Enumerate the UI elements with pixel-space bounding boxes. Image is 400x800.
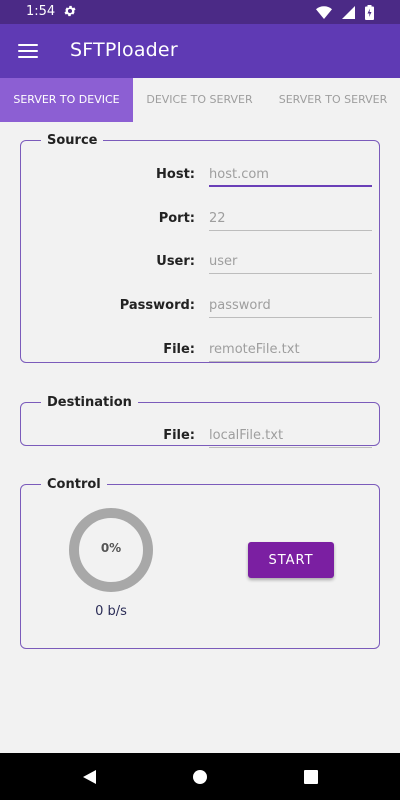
status-icons (316, 4, 374, 20)
host-row: Host: (21, 159, 379, 189)
control-legend: Control (47, 477, 101, 492)
tab-bar: SERVER TO DEVICE DEVICE TO SERVER SERVER… (0, 78, 400, 122)
nav-bar (0, 753, 400, 800)
signal-icon (342, 5, 355, 19)
progress-percent: 0% (100, 541, 122, 555)
local-file-row: File: (21, 420, 379, 450)
host-label: Host: (156, 167, 195, 182)
user-label: User: (156, 254, 195, 269)
port-input[interactable] (209, 207, 372, 231)
user-input[interactable] (209, 250, 372, 274)
battery-icon (365, 4, 374, 20)
port-row: Port: (21, 203, 379, 233)
app-bar: SFTPloader (0, 24, 400, 78)
local-file-label: File: (163, 428, 195, 443)
password-row: Password: (21, 290, 379, 320)
start-button[interactable]: START (248, 542, 334, 578)
status-bar: 1:54 (0, 0, 400, 24)
destination-section: Destination File: (20, 395, 380, 448)
source-section: Source Host: Port: User: Password: File: (20, 133, 380, 363)
recents-icon[interactable] (304, 770, 318, 784)
status-time: 1:54 (26, 4, 56, 19)
user-row: User: (21, 246, 379, 276)
transfer-rate: 0 b/s (95, 604, 127, 619)
back-icon[interactable] (82, 769, 98, 785)
tab-server-to-device[interactable]: SERVER TO DEVICE (0, 78, 133, 122)
app-title: SFTPloader (70, 39, 178, 61)
wifi-icon (316, 5, 332, 19)
menu-icon[interactable] (18, 41, 38, 61)
home-icon[interactable] (193, 770, 207, 784)
password-input[interactable] (209, 294, 372, 318)
gear-icon (64, 5, 76, 17)
tab-server-to-server[interactable]: SERVER TO SERVER (266, 78, 400, 122)
tab-device-to-server[interactable]: DEVICE TO SERVER (133, 78, 266, 122)
remote-file-row: File: (21, 334, 379, 364)
destination-legend: Destination (47, 395, 132, 410)
password-label: Password: (119, 298, 195, 313)
remote-file-label: File: (163, 342, 195, 357)
host-input[interactable] (209, 163, 372, 187)
control-section: Control 0% 0 b/s START (20, 477, 380, 649)
port-label: Port: (158, 211, 195, 226)
local-file-input[interactable] (209, 424, 372, 448)
remote-file-input[interactable] (209, 338, 372, 362)
source-legend: Source (47, 133, 98, 148)
